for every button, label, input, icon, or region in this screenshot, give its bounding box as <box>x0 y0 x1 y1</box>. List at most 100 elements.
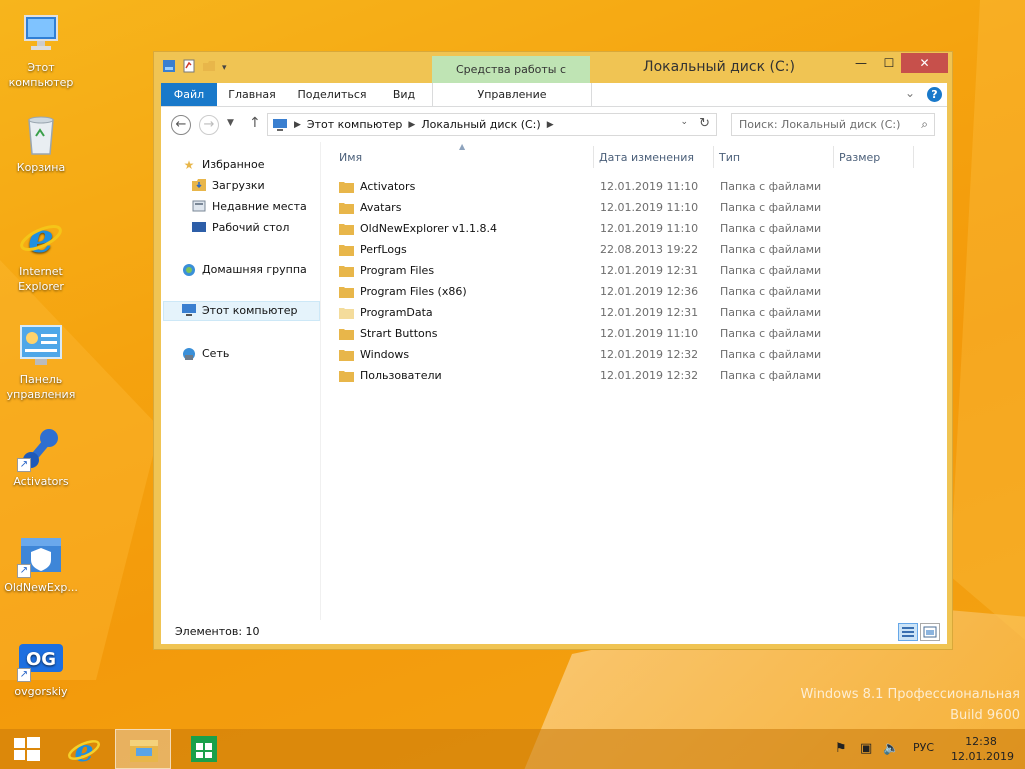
tab-home[interactable]: Главная <box>219 83 285 106</box>
desktop-icon-this-pc[interactable]: Этот компьютер <box>2 10 80 90</box>
desktop-icon-ovgorskiy[interactable]: OG ↗ ovgorskiy <box>2 634 80 699</box>
file-name: Windows <box>360 348 410 361</box>
windows-watermark: Windows 8.1 Профессиональная Build 9600 <box>801 684 1020 726</box>
file-name: OldNewExplorer v1.1.8.4 <box>360 222 497 235</box>
tab-file[interactable]: Файл <box>161 83 217 106</box>
desktop-icon-label: Activators <box>13 475 69 488</box>
recent-places-icon <box>191 200 207 214</box>
breadcrumb-chevron-icon[interactable]: ▶ <box>408 120 415 130</box>
taskbar: e ⚑ ▣ 🔈 РУС 12:38 12.01.2019 <box>0 729 1025 769</box>
column-separator[interactable] <box>593 146 594 168</box>
downloads-folder-icon <box>191 179 207 193</box>
nav-downloads[interactable]: Загрузки <box>191 176 265 196</box>
column-header-name[interactable]: Имя <box>339 148 362 168</box>
volume-icon[interactable]: 🔈 <box>883 741 899 756</box>
tab-share[interactable]: Поделиться <box>287 83 377 106</box>
breadcrumb-this-pc[interactable]: Этот компьютер <box>307 118 403 131</box>
column-separator[interactable] <box>913 146 914 168</box>
action-center-flag-icon[interactable]: ⚑ <box>835 741 847 756</box>
input-language[interactable]: РУС <box>913 741 934 754</box>
table-row[interactable]: Program Files (x86) 12.01.2019 12:36 Папка… <box>333 282 853 303</box>
table-row[interactable]: OldNewExplorer v1.1.8.4 12.01.2019 11:10 П… <box>333 219 853 240</box>
explorer-window: ▾ Средства работы с дисками Локальный ди… <box>153 51 953 650</box>
drive-icon[interactable] <box>162 59 176 76</box>
title-bar[interactable]: ▾ Средства работы с дисками Локальный ди… <box>154 52 952 103</box>
breadcrumb-chevron-icon[interactable]: ▶ <box>294 120 301 130</box>
nav-homegroup[interactable]: Домашняя группа <box>181 260 307 280</box>
activators-shortcut-icon: ↗ <box>17 424 65 472</box>
nav-recent-places[interactable]: Недавние места <box>191 197 307 217</box>
watermark-edition: Windows 8.1 Профессиональная <box>800 687 1020 702</box>
file-list: Имя ▲ Дата изменения Тип Размер Activato… <box>321 142 947 620</box>
table-row[interactable]: Windows 12.01.2019 12:32 Папка с файлами <box>333 345 853 366</box>
desktop-icon-control-panel[interactable]: Панель управления <box>2 322 80 402</box>
star-icon: ★ <box>183 158 195 172</box>
details-view-button[interactable] <box>898 623 918 641</box>
forward-button[interactable]: → <box>199 115 219 135</box>
back-button[interactable]: ← <box>171 115 191 135</box>
table-row[interactable]: Avatars 12.01.2019 11:10 Папка с файлами <box>333 198 853 219</box>
folder-icon <box>339 181 354 193</box>
search-input[interactable]: Поиск: Локальный диск (C:) ⌕ <box>731 113 935 136</box>
help-icon[interactable]: ? <box>927 87 942 102</box>
search-icon[interactable]: ⌕ <box>921 114 928 135</box>
column-separator[interactable] <box>713 146 714 168</box>
nav-network-label: Сеть <box>202 347 230 360</box>
taskbar-internet-explorer[interactable]: e <box>56 729 112 769</box>
file-name: Avatars <box>360 201 402 214</box>
recent-locations-chevron-icon[interactable]: ▼ <box>227 118 234 128</box>
table-row[interactable]: Strart Buttons 12.01.2019 11:10 Папка с фа… <box>333 324 853 345</box>
breadcrumb-local-disk[interactable]: Локальный диск (C:) <box>421 118 540 131</box>
taskbar-store[interactable] <box>176 729 232 769</box>
table-row[interactable]: Activators 12.01.2019 11:10 Папка с файлам… <box>333 177 853 198</box>
tab-manage[interactable]: Управление <box>432 83 592 106</box>
column-header-size[interactable]: Размер <box>839 148 880 168</box>
desktop-icon-internet-explorer[interactable]: e Internet Explorer <box>2 214 80 294</box>
refresh-icon[interactable]: ↻ <box>699 116 710 131</box>
table-row[interactable]: PerfLogs 22.08.2013 19:22 Папка с файлами <box>333 240 853 261</box>
shortcut-arrow-icon: ↗ <box>17 564 31 578</box>
file-type: Папка с файлами <box>720 369 822 382</box>
nav-this-pc[interactable]: Этот компьютер <box>163 301 320 321</box>
computer-icon <box>181 304 197 318</box>
minimize-button[interactable]: — <box>848 53 874 73</box>
nav-network[interactable]: Сеть <box>181 344 229 364</box>
file-type: Папка с файлами <box>720 348 822 361</box>
large-icons-view-button[interactable] <box>920 623 940 641</box>
nav-desktop-label: Рабочий стол <box>212 221 290 234</box>
tab-view[interactable]: Вид <box>379 83 429 106</box>
folder-icon <box>339 370 354 382</box>
desktop-icon-label: ovgorskiy <box>14 685 68 698</box>
new-folder-icon[interactable] <box>202 59 216 76</box>
folder-icon <box>339 223 354 235</box>
address-dropdown-icon[interactable]: ⌄ <box>680 117 688 127</box>
breadcrumb-chevron-icon[interactable]: ▶ <box>547 120 554 130</box>
chevron-down-icon[interactable]: ▾ <box>222 63 227 73</box>
expand-ribbon-chevron-icon[interactable]: ⌄ <box>905 86 915 100</box>
taskbar-file-explorer[interactable] <box>115 729 171 769</box>
nav-favorites[interactable]: ★ Избранное <box>181 155 265 175</box>
column-header-date[interactable]: Дата изменения <box>599 148 694 168</box>
maximize-button[interactable]: ☐ <box>876 53 902 73</box>
desktop-icon-activators[interactable]: ↗ Activators <box>2 424 80 489</box>
close-button[interactable]: ✕ <box>901 53 948 73</box>
nav-desktop[interactable]: Рабочий стол <box>191 218 289 238</box>
properties-icon[interactable] <box>182 59 196 76</box>
address-bar[interactable]: ▶ Этот компьютер ▶ Локальный диск (C:) ▶… <box>267 113 717 136</box>
table-row[interactable]: Пользователи 12.01.2019 12:32 Папка с файл… <box>333 366 853 387</box>
network-tray-icon[interactable]: ▣ <box>860 741 872 756</box>
up-button[interactable]: ↑ <box>249 115 261 131</box>
desktop-icon-label: Корзина <box>16 161 66 174</box>
file-date: 12.01.2019 12:31 <box>600 264 699 277</box>
ovgorskiy-shortcut-icon: OG ↗ <box>17 634 65 682</box>
desktop-icon-oldnewexplorer[interactable]: ↗ OldNewExp... <box>2 530 80 595</box>
table-row[interactable]: Program Files 12.01.2019 12:31 Папка с фай… <box>333 261 853 282</box>
table-row[interactable]: ProgramData 12.01.2019 12:31 Папка с файла… <box>333 303 853 324</box>
file-date: 22.08.2013 19:22 <box>600 243 699 256</box>
start-button[interactable] <box>0 729 56 769</box>
column-header-type[interactable]: Тип <box>719 148 740 168</box>
column-separator[interactable] <box>833 146 834 168</box>
desktop-icon-recycle-bin[interactable]: Корзина <box>2 110 80 175</box>
svg-text:e: e <box>28 215 53 262</box>
clock[interactable]: 12:38 12.01.2019 <box>951 734 1014 764</box>
